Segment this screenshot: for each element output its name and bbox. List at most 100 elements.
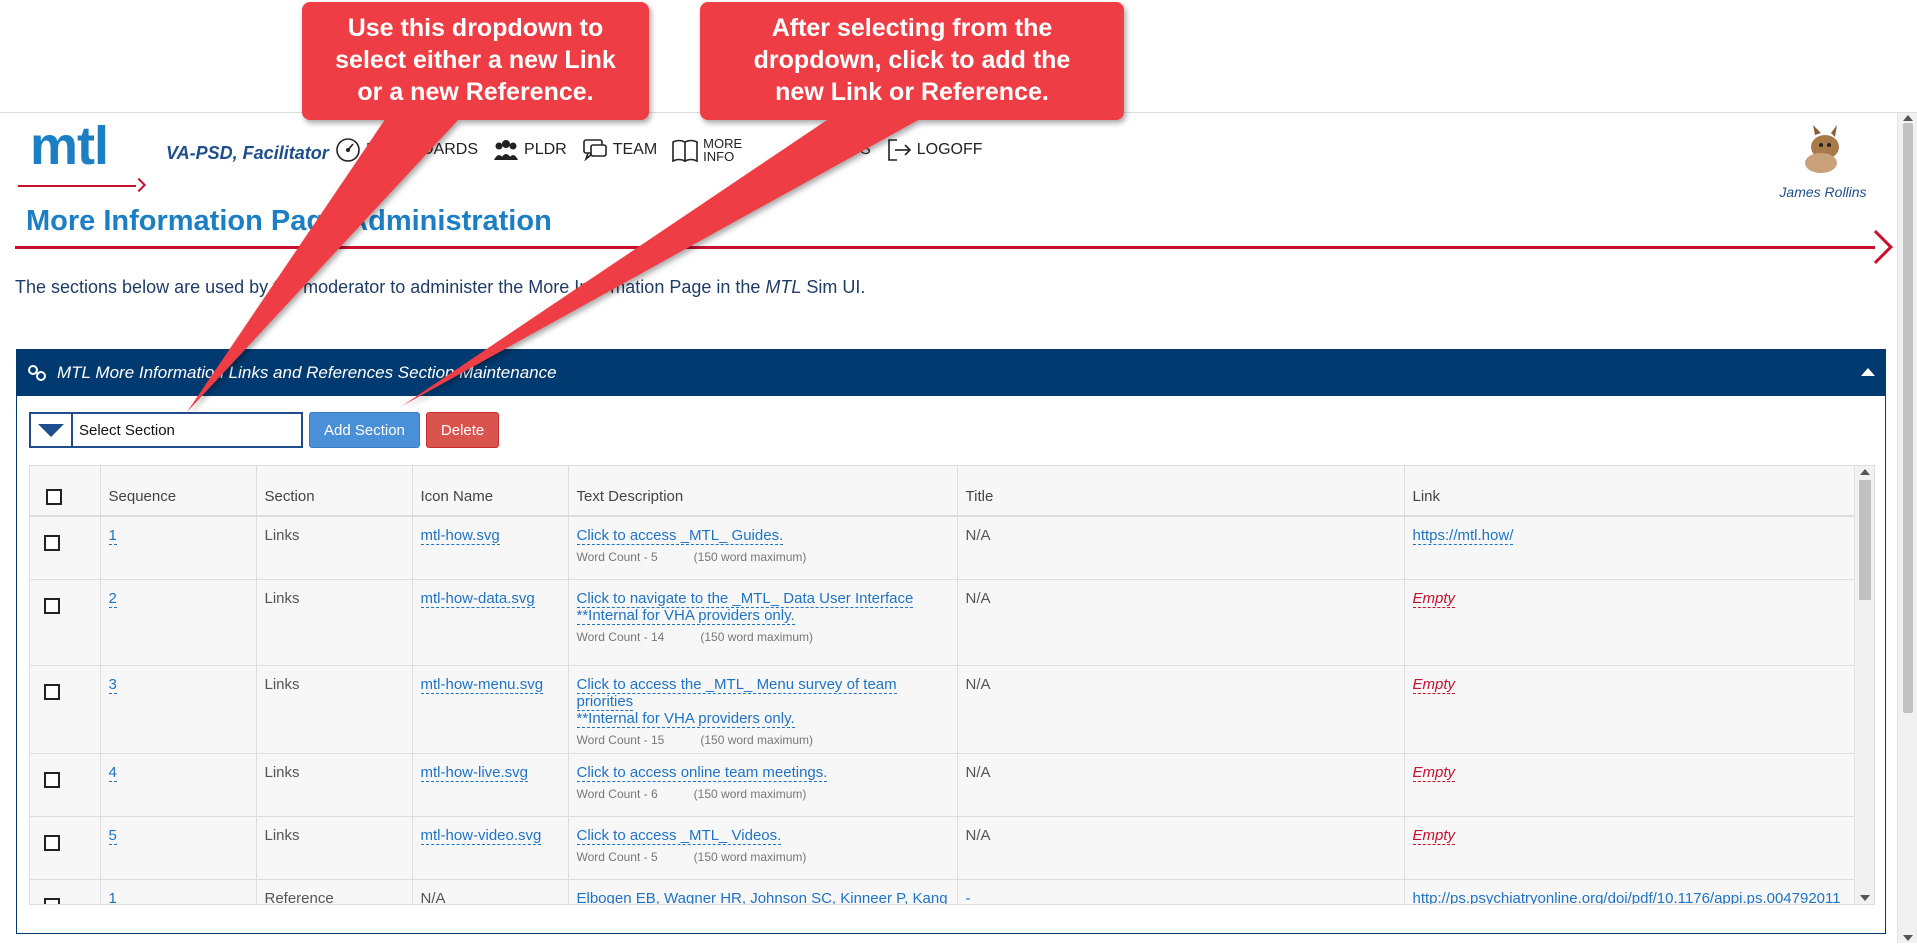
section-select[interactable]: Select Section xyxy=(29,412,303,448)
title-link[interactable]: - xyxy=(965,889,971,904)
nav-pldr[interactable]: PLDR xyxy=(492,136,567,164)
word-count: Word Count - 5 (150 word maximum) xyxy=(576,849,807,864)
link-empty[interactable]: Empty xyxy=(1412,763,1456,782)
glasses-icon xyxy=(804,141,830,160)
link-empty[interactable]: Empty xyxy=(1412,675,1456,694)
scroll-down-icon[interactable] xyxy=(1903,935,1913,941)
sections-table: Sequence Section Icon Name Text Descript… xyxy=(29,465,1875,905)
nav-more-info[interactable]: MORE INFO xyxy=(671,136,749,164)
icon-name-link[interactable]: mtl-how.svg xyxy=(420,527,500,545)
panel-title: MTL More Information Links and Reference… xyxy=(57,363,557,382)
section-select-value: Select Section xyxy=(79,421,175,439)
title-cell: N/A xyxy=(957,816,1405,880)
word-count: Word Count - 6 (150 word maximum) xyxy=(576,786,807,801)
nav-tips[interactable]: TIPS xyxy=(803,136,871,164)
table-row: 2 Links mtl-how-data.svg Click to naviga… xyxy=(30,579,1857,666)
nav-team[interactable]: TEAM xyxy=(581,136,657,164)
table-row: 3 Links mtl-how-menu.svg Click to access… xyxy=(30,665,1857,754)
text-description-link[interactable]: Click to navigate to the _MTL_ Data User… xyxy=(576,589,914,608)
row-checkbox[interactable] xyxy=(44,771,60,788)
section-cell: Links xyxy=(256,816,413,880)
row-checkbox[interactable] xyxy=(44,683,60,700)
text-description-link[interactable]: Elbogen EB, Wagner HR, Johnson SC, Kinne… xyxy=(576,889,948,904)
scroll-up-icon[interactable] xyxy=(1903,115,1913,121)
col-icon-name[interactable]: Icon Name xyxy=(412,466,569,517)
page-scrollbar[interactable] xyxy=(1897,113,1917,943)
sequence-link[interactable]: 5 xyxy=(108,826,117,845)
table-scrollbar[interactable] xyxy=(1854,466,1874,904)
book-icon xyxy=(672,139,698,163)
col-title[interactable]: Title xyxy=(957,466,1405,517)
col-text-description[interactable]: Text Description xyxy=(568,466,958,517)
word-count: Word Count - 5 (150 word maximum) xyxy=(576,550,807,564)
title-cell: N/A xyxy=(957,579,1405,666)
select-all-checkbox[interactable] xyxy=(46,489,62,505)
chevron-down-icon xyxy=(38,423,64,437)
sequence-link[interactable]: 3 xyxy=(108,675,117,694)
section-cell: Links xyxy=(256,579,413,666)
link-empty[interactable]: Empty xyxy=(1412,826,1456,845)
text-description-note[interactable]: **Internal for VHA providers only. xyxy=(576,709,795,728)
title-cell: N/A xyxy=(957,753,1405,817)
section-cell: Links xyxy=(256,665,413,754)
icon-name-link[interactable]: mtl-how-live.svg xyxy=(420,763,529,782)
sequence-link[interactable]: 1 xyxy=(108,889,117,904)
row-checkbox[interactable] xyxy=(44,597,60,614)
icon-name-link[interactable]: mtl-how-video.svg xyxy=(420,826,542,845)
text-description-note[interactable]: **Internal for VHA providers only. xyxy=(576,606,795,625)
table-row: 1 Reference N/A Elbogen EB, Wagner HR, J… xyxy=(30,879,1857,904)
table-row: 1 Links mtl-how.svg Click to access _MTL… xyxy=(30,516,1857,580)
mtl-logo[interactable]: mtl xyxy=(18,116,148,193)
word-count: Word Count - 14 (150 word maximum) xyxy=(576,629,814,644)
table-row: 5 Links mtl-how-video.svg Click to acces… xyxy=(30,816,1857,880)
link-icon xyxy=(28,365,46,381)
section-toolbar: Select Section Add Section Delete xyxy=(29,412,500,448)
nav-logoff[interactable]: LOGOFF xyxy=(885,136,983,164)
col-link[interactable]: Link xyxy=(1404,466,1857,517)
link-value[interactable]: http://ps.psychiatryonline.org/doi/pdf/1… xyxy=(1412,889,1841,904)
text-description-link[interactable]: Click to access online team meetings. xyxy=(576,763,828,782)
user-profile[interactable]: James Rollins xyxy=(1773,125,1873,200)
icon-name-link[interactable]: mtl-how-data.svg xyxy=(420,589,535,608)
delete-button[interactable]: Delete xyxy=(425,412,500,448)
row-checkbox[interactable] xyxy=(44,834,60,851)
icon-name-link[interactable]: mtl-how-menu.svg xyxy=(420,675,544,694)
col-sequence[interactable]: Sequence xyxy=(100,466,257,517)
chat-icon xyxy=(582,139,607,162)
logoff-icon xyxy=(887,139,911,161)
table-row: 4 Links mtl-how-live.svg Click to access… xyxy=(30,753,1857,817)
dashboard-icon xyxy=(336,138,360,162)
nav-dashboards[interactable]: DASHBOARDS xyxy=(334,136,478,164)
top-whitespace xyxy=(0,0,1917,113)
team-members-icon xyxy=(494,140,519,160)
text-description-link[interactable]: Click to access _MTL_ Videos. xyxy=(576,826,782,845)
title-cell: N/A xyxy=(957,516,1405,580)
sequence-link[interactable]: 1 xyxy=(108,527,117,545)
row-checkbox[interactable] xyxy=(44,897,60,904)
link-empty[interactable]: Empty xyxy=(1412,589,1456,608)
add-section-button[interactable]: Add Section xyxy=(309,412,420,448)
row-checkbox[interactable] xyxy=(44,535,60,551)
user-name: James Rollins xyxy=(1779,184,1867,200)
intro-text: The sections below are used by the moder… xyxy=(15,277,866,297)
collapse-panel-icon[interactable] xyxy=(1861,368,1875,376)
col-section[interactable]: Section xyxy=(256,466,413,517)
text-description-link[interactable]: Click to access the _MTL_ Menu survey of… xyxy=(576,675,897,711)
title-arrow-icon xyxy=(1859,230,1893,264)
link-value[interactable]: https://mtl.how/ xyxy=(1412,527,1514,545)
sequence-link[interactable]: 2 xyxy=(108,589,117,608)
scroll-up-icon[interactable] xyxy=(1860,469,1870,475)
page-scroll-thumb[interactable] xyxy=(1903,123,1913,713)
section-cell: Links xyxy=(256,753,413,817)
title-divider xyxy=(15,246,1875,249)
sequence-link[interactable]: 4 xyxy=(108,763,117,782)
role-label: VA-PSD, Facilitator xyxy=(166,143,329,163)
scroll-down-icon[interactable] xyxy=(1860,895,1870,901)
table-scroll-thumb[interactable] xyxy=(1859,480,1871,600)
section-cell: Links xyxy=(256,516,413,580)
text-description-link[interactable]: Click to access _MTL_ Guides. xyxy=(576,527,784,545)
links-references-panel: MTL More Information Links and Reference… xyxy=(16,349,1886,934)
panel-header[interactable]: MTL More Information Links and Reference… xyxy=(17,350,1885,396)
section-cell: Reference xyxy=(256,879,413,904)
icon-name-cell: N/A xyxy=(412,879,569,904)
